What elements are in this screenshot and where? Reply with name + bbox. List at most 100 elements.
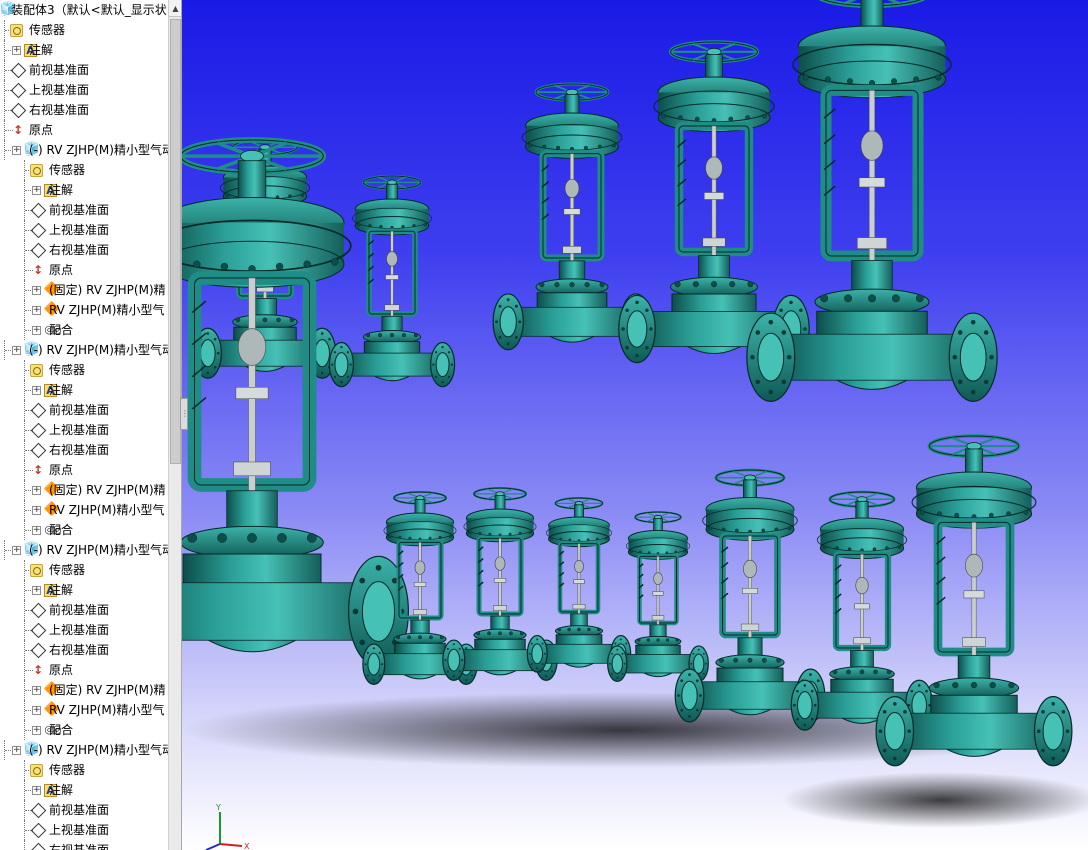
- expand-toggle-icon[interactable]: +: [32, 506, 41, 515]
- expand-toggle-icon[interactable]: +: [32, 726, 41, 735]
- tree-item[interactable]: + A 注解: [0, 580, 168, 600]
- tree-item[interactable]: 传感器: [0, 160, 168, 180]
- tree-item[interactable]: 传感器: [0, 760, 168, 780]
- tree-item[interactable]: 上视基准面: [0, 820, 168, 840]
- expand-toggle-icon[interactable]: +: [32, 706, 41, 715]
- tree-item-label: (-) RV ZJHP(M)精小型气动: [29, 543, 168, 557]
- plane-icon: [10, 82, 26, 98]
- scroll-up-arrow-icon[interactable]: ▲: [169, 0, 181, 17]
- expand-toggle-icon[interactable]: +: [32, 186, 41, 195]
- tree-item-label: 右视基准面: [29, 103, 90, 117]
- tree-item[interactable]: + 🔶 (固定) RV ZJHP(M)精: [0, 280, 168, 300]
- control-valve[interactable]: [607, 511, 709, 683]
- tree-item[interactable]: + 🧊 (-) RV ZJHP(M)精小型气动: [0, 540, 168, 560]
- tree-item[interactable]: + 🔶 (固定) RV ZJHP(M)精: [0, 480, 168, 500]
- tree-item-label: 前视基准面: [49, 603, 110, 617]
- expand-toggle-icon[interactable]: +: [32, 586, 41, 595]
- tree-item[interactable]: + 🔶 RV ZJHP(M)精小型气: [0, 500, 168, 520]
- tree-item[interactable]: + 🔶 RV ZJHP(M)精小型气: [0, 300, 168, 320]
- tree-item[interactable]: + 🧊 (-) RV ZJHP(M)精小型气动: [0, 140, 168, 160]
- control-valve[interactable]: [875, 434, 1073, 767]
- tree-item-label: 上视基准面: [49, 223, 110, 237]
- tree-item-label: 原点: [49, 663, 74, 677]
- expand-toggle-icon[interactable]: +: [32, 326, 41, 335]
- tree-item-label: 原点: [49, 263, 74, 277]
- expand-toggle-icon[interactable]: +: [32, 786, 41, 795]
- tree-item[interactable]: + 🧊 (-) RV ZJHP(M)精小型气动: [0, 740, 168, 760]
- feature-manager-tree: 🧊 装配体3（默认<默认_显示状 传感器 + A 注解 前视基准面 上视基准面 右视基准面 ↕…: [0, 0, 182, 850]
- tree-item[interactable]: 前视基准面: [0, 60, 168, 80]
- expand-toggle-icon[interactable]: +: [12, 346, 21, 355]
- tree-item[interactable]: + 🧊 (-) RV ZJHP(M)精小型气动: [0, 340, 168, 360]
- plane-icon: [30, 642, 46, 658]
- sensor-icon: [30, 564, 43, 577]
- expand-toggle-icon[interactable]: +: [32, 286, 41, 295]
- control-valve[interactable]: [618, 40, 810, 364]
- tree-item[interactable]: ↕ 原点: [0, 120, 168, 140]
- plane-icon: [30, 222, 46, 238]
- tree-item-label: 配合: [49, 523, 74, 537]
- graphics-viewport[interactable]: Y X: [182, 0, 1088, 850]
- expand-toggle-icon[interactable]: +: [32, 306, 41, 315]
- axis-triad: Y X: [205, 803, 250, 850]
- tree-item[interactable]: + 🔶 (固定) RV ZJHP(M)精: [0, 680, 168, 700]
- valve-assembly-model[interactable]: [182, 0, 1088, 850]
- tree-item[interactable]: 上视基准面: [0, 80, 168, 100]
- tree-item[interactable]: 传感器: [0, 360, 168, 380]
- tree-item-label: 上视基准面: [49, 823, 110, 837]
- tree-item[interactable]: 前视基准面: [0, 400, 168, 420]
- expand-toggle-icon[interactable]: +: [12, 746, 21, 755]
- expand-toggle-icon[interactable]: +: [32, 486, 41, 495]
- tree-item[interactable]: 前视基准面: [0, 200, 168, 220]
- tree-item[interactable]: + 🔶 RV ZJHP(M)精小型气: [0, 700, 168, 720]
- tree-item-label: 注解: [49, 583, 74, 597]
- tree-item[interactable]: + A 注解: [0, 380, 168, 400]
- tree-item[interactable]: + ◎◎ 配合: [0, 320, 168, 340]
- tree-item[interactable]: 传感器: [0, 560, 168, 580]
- tree-item[interactable]: 右视基准面: [0, 440, 168, 460]
- tree-item[interactable]: 传感器: [0, 20, 168, 40]
- tree-item-label: 前视基准面: [49, 203, 110, 217]
- origin-icon: ↕: [32, 463, 44, 477]
- tree-item[interactable]: + A 注解: [0, 180, 168, 200]
- tree-root-assembly[interactable]: 🧊 装配体3（默认<默认_显示状: [0, 0, 168, 20]
- sensor-icon: [30, 764, 43, 777]
- expand-toggle-icon[interactable]: +: [12, 146, 21, 155]
- tree-item[interactable]: 上视基准面: [0, 220, 168, 240]
- origin-icon: ↕: [32, 663, 44, 677]
- tree-item[interactable]: + A 注解: [0, 40, 168, 60]
- expand-toggle-icon[interactable]: +: [12, 546, 21, 555]
- plane-icon: [30, 422, 46, 438]
- control-valve[interactable]: [790, 490, 934, 731]
- tree-item[interactable]: + A 注解: [0, 780, 168, 800]
- expand-toggle-icon[interactable]: +: [32, 386, 41, 395]
- tree-item[interactable]: 右视基准面: [0, 640, 168, 660]
- tree-item[interactable]: 上视基准面: [0, 620, 168, 640]
- sensor-icon: [30, 364, 43, 377]
- tree-item[interactable]: ↕ 原点: [0, 460, 168, 480]
- control-valve[interactable]: [328, 174, 456, 388]
- tree-item[interactable]: 右视基准面: [0, 240, 168, 260]
- origin-icon: ↕: [32, 263, 44, 277]
- tree-item[interactable]: 右视基准面: [0, 840, 168, 850]
- tree-item[interactable]: 右视基准面: [0, 100, 168, 120]
- panel-collapse-handle[interactable]: ⋮: [180, 398, 189, 430]
- tree-item[interactable]: + ◎◎ 配合: [0, 720, 168, 740]
- expand-toggle-icon[interactable]: +: [32, 686, 41, 695]
- expand-toggle-icon[interactable]: +: [32, 526, 41, 535]
- tree-item[interactable]: 前视基准面: [0, 800, 168, 820]
- plane-icon: [30, 802, 46, 818]
- tree-item[interactable]: 前视基准面: [0, 600, 168, 620]
- plane-icon: [30, 202, 46, 218]
- tree-item-label: 传感器: [49, 163, 86, 177]
- control-valve[interactable]: [746, 0, 998, 402]
- expand-toggle-icon[interactable]: +: [12, 46, 21, 55]
- origin-icon: ↕: [12, 123, 24, 137]
- feature-tree-list: 🧊 装配体3（默认<默认_显示状 传感器 + A 注解 前视基准面 上视基准面 右视基准面 ↕…: [0, 0, 168, 850]
- tree-item-label: RV ZJHP(M)精小型气: [49, 503, 165, 517]
- tree-item[interactable]: ↕ 原点: [0, 260, 168, 280]
- tree-item[interactable]: ↕ 原点: [0, 660, 168, 680]
- tree-item[interactable]: 上视基准面: [0, 420, 168, 440]
- plane-icon: [30, 822, 46, 838]
- tree-item[interactable]: + ◎◎ 配合: [0, 520, 168, 540]
